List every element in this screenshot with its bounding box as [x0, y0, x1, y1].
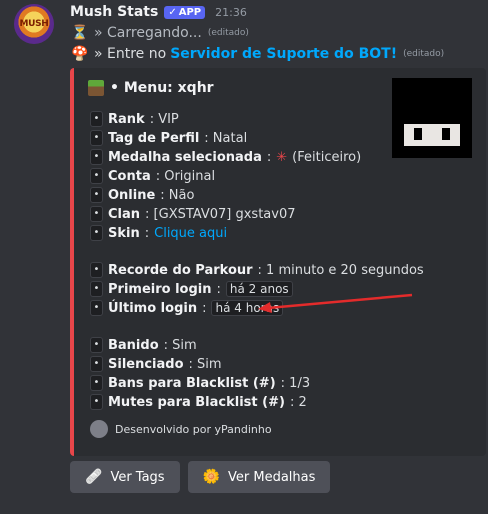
edited-label: (editado) — [207, 28, 249, 38]
bullet: • — [90, 262, 103, 278]
arrow-head — [258, 302, 272, 313]
field-banido: • Banido: Sim — [90, 337, 197, 353]
timestamp: 21:36 — [215, 5, 247, 19]
stats-embed: • Menu: xqhr • Rank: VIP • Tag de Perfil: … — [70, 68, 486, 456]
bullet: • — [90, 300, 103, 316]
field-label: Banido — [108, 337, 159, 353]
field-label: Mutes para Blacklist (#) — [108, 394, 285, 410]
field-label: Conta — [108, 168, 151, 184]
bullet: • — [90, 337, 103, 353]
message-header: Mush Stats ✓ APP 21:36 — [70, 4, 247, 20]
field-value: : VIP — [149, 111, 179, 127]
embed-title: • Menu: xqhr — [88, 80, 214, 96]
app-badge: ✓ APP — [164, 5, 206, 19]
field-mutes-blacklist: • Mutes para Blacklist (#): 2 — [90, 394, 307, 410]
field-tag-perfil: • Tag de Perfil: Natal — [90, 130, 247, 146]
edited-label: (editado) — [403, 49, 445, 59]
field-label: Bans para Blacklist (#) — [108, 375, 276, 391]
field-value: (Feiticeiro) — [292, 149, 362, 165]
footer-avatar-icon — [90, 420, 108, 438]
bullet: • — [90, 149, 103, 165]
bullet: • — [90, 168, 103, 184]
skin-link[interactable]: Clique aqui — [154, 226, 227, 241]
skin-eye-right — [442, 128, 450, 140]
field-value: : Sim — [163, 337, 197, 353]
field-silenciado: • Silenciado: Sim — [90, 356, 222, 372]
view-medals-button[interactable]: 🌼 Ver Medalhas — [187, 461, 331, 493]
field-label: Último login — [108, 300, 198, 316]
field-value: : Não — [160, 187, 195, 203]
field-value: : Sim — [188, 356, 222, 372]
field-value: : [GXSTAV07] gxstav07 — [145, 206, 296, 222]
field-label: Tag de Perfil — [108, 130, 200, 146]
field-parkour: • Recorde do Parkour: 1 minuto e 20 segun… — [90, 262, 424, 278]
field-rank: • Rank: VIP — [90, 111, 179, 127]
bullet: • — [90, 225, 103, 241]
field-value: : 1/3 — [280, 375, 311, 391]
bullet: • — [90, 281, 103, 297]
field-value: : 1 minuto e 20 segundos — [257, 262, 424, 278]
field-label: Skin — [108, 225, 140, 241]
bullet: • — [90, 187, 103, 203]
field-label: Silenciado — [108, 356, 184, 372]
support-server-link[interactable]: Servidor de Suporte do BOT! — [170, 46, 397, 62]
field-label: Online — [108, 187, 156, 203]
field-label: Clan — [108, 206, 141, 222]
loading-text: » Carregando... — [94, 25, 202, 41]
red-arrow-annotation — [258, 293, 413, 313]
embed-footer: Desenvolvido por yPandinho — [90, 420, 272, 438]
view-tags-button[interactable]: 🩹 Ver Tags — [70, 461, 180, 493]
hourglass-icon: ⏳ — [71, 25, 89, 41]
skin-face — [404, 124, 460, 146]
support-prefix: » Entre no — [94, 46, 167, 62]
mushroom-icon: 🍄 — [71, 46, 89, 62]
bot-avatar[interactable]: MUSH — [14, 4, 54, 44]
bullet: • — [90, 206, 103, 222]
bullet: • — [90, 111, 103, 127]
view-medals-label: Ver Medalhas — [228, 469, 316, 485]
avatar-text: MUSH — [19, 19, 49, 29]
view-tags-label: Ver Tags — [110, 469, 165, 485]
action-buttons: 🩹 Ver Tags 🌼 Ver Medalhas — [70, 461, 331, 493]
support-line: 🍄 » Entre no Servidor de Suporte do BOT!… — [70, 45, 444, 63]
skin-thumbnail[interactable] — [392, 78, 472, 158]
field-value: : Natal — [204, 130, 248, 146]
field-conta: • Conta: Original — [90, 168, 215, 184]
field-medalha: • Medalha selecionada: ✳ (Feiticeiro) — [90, 149, 361, 165]
field-label: Rank — [108, 111, 145, 127]
footer-text: Desenvolvido por yPandinho — [115, 422, 272, 436]
field-online: • Online: Não — [90, 187, 194, 203]
field-value: : Original — [155, 168, 216, 184]
arrow-shaft — [267, 293, 413, 310]
bandage-icon: 🩹 — [85, 469, 103, 485]
grass-block-icon — [88, 80, 104, 96]
field-skin: • Skin: Clique aqui — [90, 225, 227, 241]
embed-title-text: • Menu: xqhr — [110, 80, 214, 96]
field-label: Medalha selecionada — [108, 149, 262, 165]
field-clan: • Clan: [GXSTAV07] gxstav07 — [90, 206, 296, 222]
loading-line: ⏳ » Carregando... (editado) — [70, 24, 249, 42]
app-badge-label: APP — [178, 6, 202, 18]
field-label: Recorde do Parkour — [108, 262, 253, 278]
bullet: • — [90, 394, 103, 410]
field-value: : 2 — [289, 394, 307, 410]
bullet: • — [90, 130, 103, 146]
field-label: Primeiro login — [108, 281, 212, 297]
field-bans-blacklist: • Bans para Blacklist (#): 1/3 — [90, 375, 310, 391]
flower-icon: 🌼 — [202, 469, 221, 485]
bullet: • — [90, 356, 103, 372]
username[interactable]: Mush Stats — [70, 4, 158, 20]
medal-emoji: ✳ — [276, 149, 288, 165]
skin-eye-left — [414, 128, 422, 140]
bullet: • — [90, 375, 103, 391]
